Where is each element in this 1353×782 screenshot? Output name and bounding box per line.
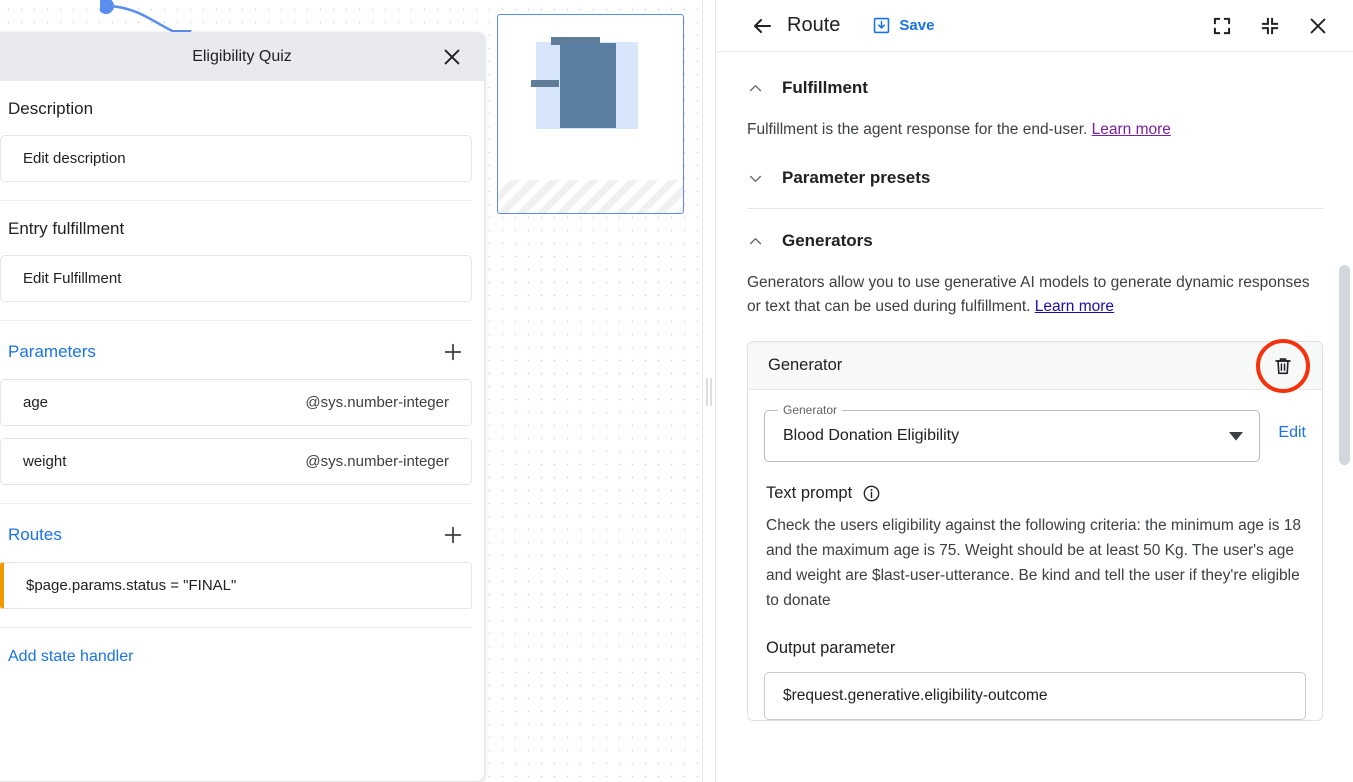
text-prompt-header: Text prompt xyxy=(764,484,1306,503)
node-skeleton-hatch xyxy=(498,180,684,213)
add-parameter-plus-icon[interactable] xyxy=(440,339,466,365)
generator-select[interactable]: Generator Blood Donation Eligibility xyxy=(764,410,1260,462)
routes-link[interactable]: Routes xyxy=(8,525,62,545)
output-parameter-label: Output parameter xyxy=(764,639,1306,658)
dialog-body: Description Edit description Entry fulfi… xyxy=(0,81,484,666)
learn-more-link[interactable]: Learn more xyxy=(1035,298,1114,315)
panel-title: Route xyxy=(787,14,840,37)
routes-header: Routes xyxy=(0,522,472,548)
generators-label: Generators xyxy=(782,231,873,251)
chevron-up-icon xyxy=(747,80,764,97)
edit-fulfillment-field[interactable]: Edit Fulfillment xyxy=(0,255,472,302)
generators-description-text: Generators allow you to use generative A… xyxy=(747,274,1310,315)
fulfillment-label: Fulfillment xyxy=(782,78,868,98)
add-route-plus-icon[interactable] xyxy=(440,522,466,548)
section-header-parameter-presets[interactable]: Parameter presets xyxy=(747,142,1323,188)
section-description: Description Edit description xyxy=(0,81,472,201)
section-routes: Routes $page.params.status = "FINAL" xyxy=(0,504,472,628)
chevron-down-icon xyxy=(747,170,764,187)
save-icon xyxy=(872,16,891,35)
delete-trash-icon[interactable] xyxy=(1266,349,1300,383)
dialog-header: Eligibility Quiz xyxy=(0,33,484,81)
fullscreen-icon[interactable] xyxy=(1205,9,1239,43)
parameter-type: @sys.number-integer xyxy=(305,394,449,411)
fulfillment-description-text: Fulfillment is the agent response for th… xyxy=(747,121,1087,138)
section-header-fulfillment[interactable]: Fulfillment xyxy=(747,52,1323,98)
page-title: Eligibility Quiz xyxy=(180,48,292,66)
parameters-link[interactable]: Parameters xyxy=(8,342,96,362)
parameter-type: @sys.number-integer xyxy=(305,453,449,470)
info-icon[interactable] xyxy=(862,484,881,503)
node-skeleton-block-dark xyxy=(560,43,616,128)
generator-select-value: Blood Donation Eligibility xyxy=(783,427,1229,445)
generators-description: Generators allow you to use generative A… xyxy=(747,271,1323,319)
generator-select-label: Generator xyxy=(778,403,842,417)
parameter-name: weight xyxy=(23,453,66,470)
fulfillment-description: Fulfillment is the agent response for th… xyxy=(747,118,1323,142)
panel-body: Fulfillment Fulfillment is the agent res… xyxy=(717,52,1353,721)
splitter-grip-icon[interactable] xyxy=(707,378,712,406)
parameter-name: age xyxy=(23,394,48,411)
table-row[interactable]: age @sys.number-integer xyxy=(0,379,472,426)
add-state-handler-link[interactable]: Add state handler xyxy=(0,628,472,666)
close-icon[interactable] xyxy=(1301,9,1335,43)
panel-scrollbar[interactable] xyxy=(1339,265,1350,465)
description-heading: Description xyxy=(0,99,472,119)
close-icon[interactable] xyxy=(438,43,466,71)
entry-fulfillment-heading: Entry fulfillment xyxy=(0,219,472,239)
save-label: Save xyxy=(899,17,934,34)
generator-card-body: Generator Blood Donation Eligibility Edi… xyxy=(748,390,1322,720)
section-entry-fulfillment: Entry fulfillment Edit Fulfillment xyxy=(0,201,472,321)
flow-node-skeleton[interactable] xyxy=(497,14,684,214)
learn-more-link[interactable]: Learn more xyxy=(1092,121,1171,138)
generator-card-header: Generator xyxy=(748,342,1322,390)
text-prompt-value[interactable]: Check the users eligibility against the … xyxy=(764,513,1306,613)
output-parameter-input[interactable]: $request.generative.eligibility-outcome xyxy=(764,672,1306,720)
fullscreen-exit-icon[interactable] xyxy=(1253,9,1287,43)
table-row[interactable]: weight @sys.number-integer xyxy=(0,438,472,485)
panel-splitter[interactable] xyxy=(702,0,716,782)
arrow-back-icon[interactable] xyxy=(747,11,777,41)
app-root: Eligibility Quiz Description Edit descri… xyxy=(0,0,1353,782)
chevron-down-icon xyxy=(1229,432,1243,441)
parameter-presets-label: Parameter presets xyxy=(782,168,930,188)
list-item[interactable]: $page.params.status = "FINAL" xyxy=(0,562,472,609)
edit-generator-link[interactable]: Edit xyxy=(1278,410,1306,442)
panel-header: Route Save xyxy=(717,0,1353,52)
edit-description-field[interactable]: Edit description xyxy=(0,135,472,182)
section-header-generators[interactable]: Generators xyxy=(747,209,1323,251)
section-parameters: Parameters age @sys.number-integer weigh… xyxy=(0,321,472,504)
generator-select-row: Generator Blood Donation Eligibility Edi… xyxy=(764,410,1306,462)
chevron-up-icon xyxy=(747,233,764,250)
route-detail-panel: Route Save xyxy=(717,0,1353,782)
save-button[interactable]: Save xyxy=(872,16,934,35)
parameters-header: Parameters xyxy=(0,339,472,365)
page-detail-dialog: Eligibility Quiz Description Edit descri… xyxy=(0,32,485,782)
generator-card-title: Generator xyxy=(768,356,842,375)
node-skeleton-bar-left xyxy=(531,80,559,87)
generator-card: Generator Generator xyxy=(747,341,1323,721)
text-prompt-label: Text prompt xyxy=(766,484,852,503)
